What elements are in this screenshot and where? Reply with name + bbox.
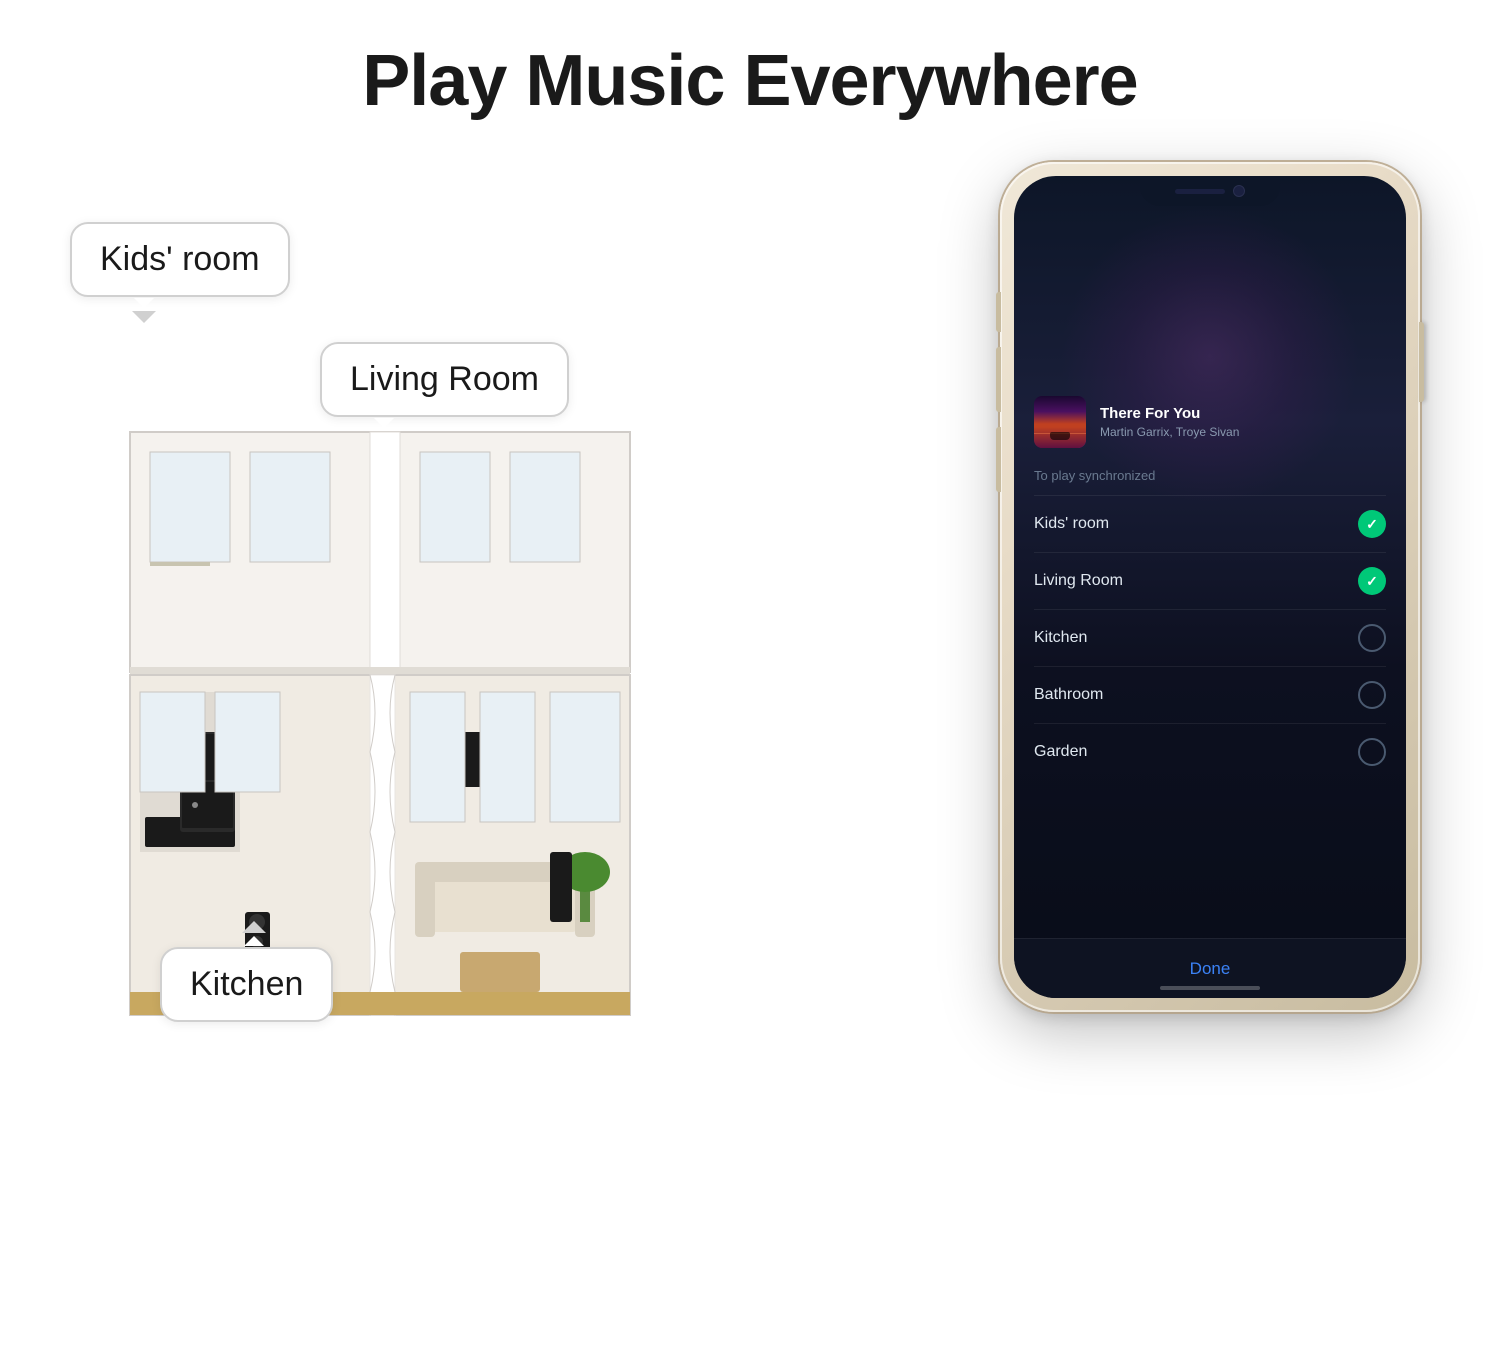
room-name-bathroom: Bathroom xyxy=(1034,686,1103,704)
phone: There For You Martin Garrix, Troye Sivan… xyxy=(1000,162,1420,1012)
sync-label: To play synchronized xyxy=(1034,468,1386,483)
content-area: Kids' room Living Room xyxy=(0,122,1500,1333)
volume-down-button xyxy=(996,427,1001,492)
room-item-bathroom[interactable]: Bathroom xyxy=(1034,666,1386,723)
song-card: There For You Martin Garrix, Troye Sivan xyxy=(1034,396,1386,448)
front-camera xyxy=(1233,185,1245,197)
done-button[interactable]: Done xyxy=(1190,959,1231,979)
room-name-kids: Kids' room xyxy=(1034,515,1109,533)
bubble-kitchen: Kitchen xyxy=(160,947,333,1022)
check-kids[interactable]: ✓ xyxy=(1358,510,1386,538)
volume-up-button xyxy=(996,347,1001,412)
check-living[interactable]: ✓ xyxy=(1358,567,1386,595)
power-button xyxy=(1419,322,1424,402)
mute-button xyxy=(996,292,1001,332)
check-garden[interactable] xyxy=(1358,738,1386,766)
room-item-kitchen[interactable]: Kitchen xyxy=(1034,609,1386,666)
page-title: Play Music Everywhere xyxy=(0,0,1500,122)
phone-screen: There For You Martin Garrix, Troye Sivan… xyxy=(1014,176,1406,998)
album-art xyxy=(1034,396,1086,448)
room-name-kitchen: Kitchen xyxy=(1034,629,1087,647)
room-item-garden[interactable]: Garden xyxy=(1034,723,1386,780)
album-boat xyxy=(1050,432,1070,440)
album-sky xyxy=(1034,396,1086,427)
room-item-kids[interactable]: Kids' room ✓ xyxy=(1034,495,1386,552)
phone-container: There For You Martin Garrix, Troye Sivan… xyxy=(1000,162,1420,1012)
home-indicator xyxy=(1160,986,1260,990)
room-name-living: Living Room xyxy=(1034,572,1123,590)
bubble-living-room: Living Room xyxy=(320,342,569,417)
song-title: There For You xyxy=(1100,405,1386,422)
left-side: Kids' room Living Room xyxy=(60,182,740,1282)
speaker-grille xyxy=(1175,189,1225,194)
phone-notch xyxy=(1140,176,1280,206)
song-area: There For You Martin Garrix, Troye Sivan… xyxy=(1014,396,1406,780)
check-icon-kids: ✓ xyxy=(1366,517,1378,531)
check-icon-living: ✓ xyxy=(1366,574,1378,588)
room-list: Kids' room ✓ Living Room ✓ xyxy=(1034,495,1386,780)
check-kitchen[interactable] xyxy=(1358,624,1386,652)
room-name-garden: Garden xyxy=(1034,743,1087,761)
check-bathroom[interactable] xyxy=(1358,681,1386,709)
room-item-living[interactable]: Living Room ✓ xyxy=(1034,552,1386,609)
song-artist: Martin Garrix, Troye Sivan xyxy=(1100,425,1386,439)
bubble-kids-room: Kids' room xyxy=(70,222,290,297)
song-info: There For You Martin Garrix, Troye Sivan xyxy=(1100,405,1386,439)
